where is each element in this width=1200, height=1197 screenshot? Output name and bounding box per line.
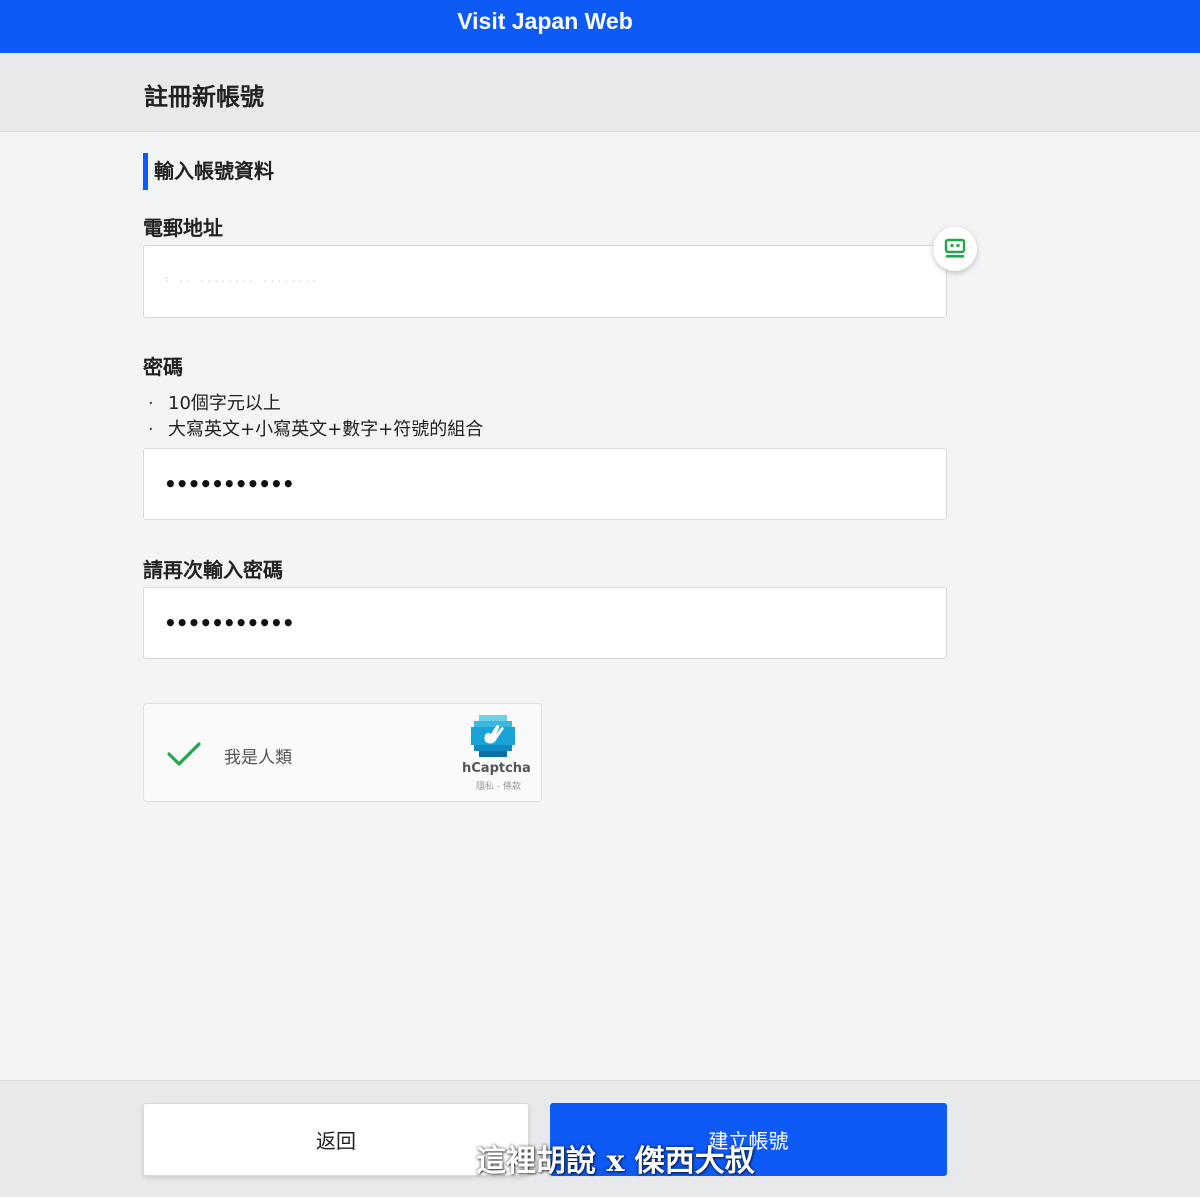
captcha-label: 我是人類: [224, 748, 292, 768]
watermark: 這裡胡說 x 傑西大叔: [476, 1144, 755, 1179]
email-input[interactable]: : .. ........ ........: [143, 245, 947, 318]
password-manager-icon[interactable]: [933, 227, 977, 271]
title-bar: 註冊新帳號: [0, 53, 1200, 132]
confirm-password-masked-value: •••••••••••: [164, 611, 295, 635]
email-value: : .. ........ ........: [164, 274, 319, 285]
captcha-provider: hCaptcha: [462, 761, 531, 776]
app-brand: Visit Japan Web: [457, 8, 633, 34]
check-icon[interactable]: [166, 740, 202, 772]
captcha-widget[interactable]: 我是人類 hCaptcha 隱私 - 條款: [143, 703, 542, 802]
back-button[interactable]: 返回: [143, 1103, 529, 1176]
password-label: 密碼: [143, 355, 183, 379]
confirm-password-label: 請再次輸入密碼: [143, 558, 283, 582]
password-masked-value: •••••••••••: [164, 472, 295, 496]
page-title: 註冊新帳號: [144, 83, 264, 111]
password-rule: · 大寫英文+小寫英文+數字+符號的組合: [148, 419, 484, 440]
password-input[interactable]: •••••••••••: [143, 448, 947, 520]
section-heading: 輸入帳號資料: [143, 153, 274, 190]
password-rules: · 10個字元以上 · 大寫英文+小寫英文+數字+符號的組合: [148, 391, 483, 443]
top-bar: Visit Japan Web: [0, 0, 1200, 53]
password-rule: · 10個字元以上: [148, 393, 281, 414]
captcha-links[interactable]: 隱私 - 條款: [476, 779, 521, 792]
hcaptcha-logo-icon: [470, 714, 516, 762]
email-label: 電郵地址: [143, 216, 223, 240]
confirm-password-input[interactable]: •••••••••••: [143, 587, 947, 659]
